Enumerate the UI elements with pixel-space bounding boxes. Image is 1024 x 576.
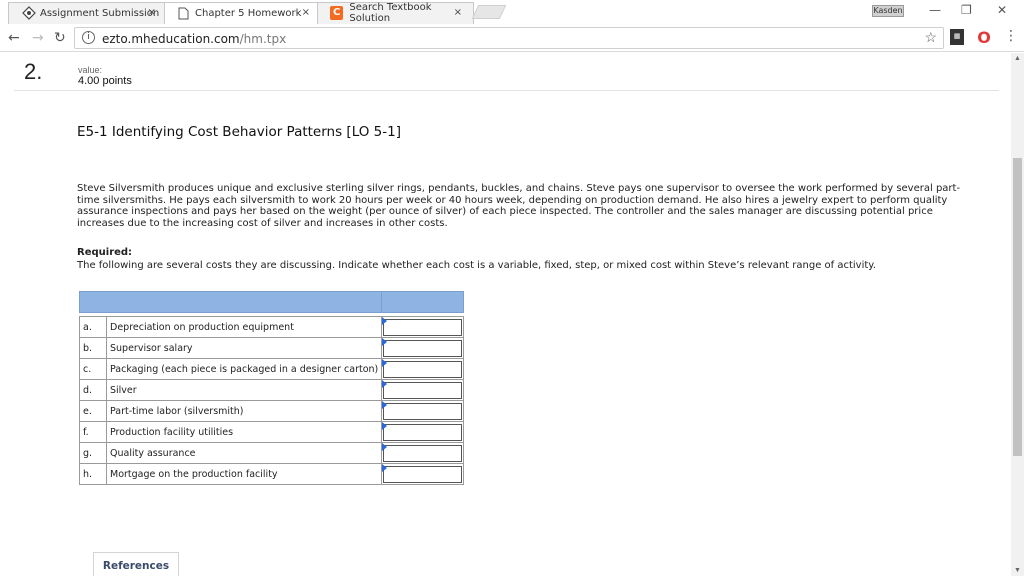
dropdown-marker-icon — [382, 317, 388, 325]
question-body: Steve Silversmith produces unique and ex… — [77, 183, 961, 229]
table-row: b. Supervisor salary — [79, 337, 465, 359]
url-text: ezto.mheducation.com/hm.tpx — [102, 32, 286, 46]
scroll-up-icon[interactable]: ▲ — [1014, 55, 1021, 62]
back-arrow-icon[interactable]: ← — [8, 30, 20, 46]
extension-opera-icon[interactable]: O — [976, 28, 992, 47]
value-label: value: — [78, 65, 103, 75]
table-header-row — [78, 291, 465, 313]
references-button[interactable]: References — [93, 552, 179, 576]
cost-classification-table: a. Depreciation on production equipment b.… — [78, 291, 465, 485]
item-letter: a. — [79, 316, 107, 338]
dropdown-marker-icon — [382, 422, 388, 430]
chegg-icon: C — [330, 6, 344, 20]
answer-cell — [381, 421, 465, 443]
answer-cell — [381, 463, 465, 485]
tab-assignment-submission[interactable]: Assignment Submission × — [14, 2, 164, 24]
browser-tab-bar: Assignment Submission × Chapter 5 Homewo… — [0, 0, 1024, 24]
url-path: /hm.tpx — [239, 32, 287, 46]
cost-type-dropdown[interactable] — [383, 319, 463, 336]
table-row: a. Depreciation on production equipment — [79, 316, 465, 338]
restore-icon[interactable]: ❐ — [961, 3, 972, 17]
bookmark-star-icon[interactable]: ☆ — [924, 29, 937, 46]
tab-title: Chapter 5 Homework — [195, 7, 302, 19]
cost-type-dropdown[interactable] — [383, 424, 463, 441]
item-description: Mortgage on the production facility — [105, 463, 383, 485]
answer-cell — [381, 400, 465, 422]
table-header-cell — [381, 291, 465, 313]
item-letter: c. — [79, 358, 107, 380]
page-icon — [178, 7, 189, 19]
table-row: d. Silver — [79, 379, 465, 401]
close-icon[interactable]: × — [148, 7, 156, 18]
browser-toolbar: ← → ↻ i ezto.mheducation.com/hm.tpx ☆ ▦ … — [0, 24, 1024, 52]
dropdown-marker-icon — [382, 338, 388, 346]
extension-calculator-icon[interactable]: ▦ — [950, 29, 964, 45]
tab-title: Assignment Submission — [40, 7, 160, 19]
window-close-icon[interactable]: ✕ — [997, 3, 1007, 17]
info-icon[interactable]: i — [82, 31, 95, 44]
item-description: Production facility utilities — [105, 421, 383, 443]
scrollbar-thumb[interactable] — [1013, 158, 1022, 456]
close-icon[interactable]: × — [454, 7, 462, 18]
item-description: Supervisor salary — [105, 337, 383, 359]
cost-type-dropdown[interactable] — [383, 361, 463, 378]
item-description: Quality assurance — [105, 442, 383, 464]
vertical-scrollbar[interactable]: ▲ ▼ — [1011, 53, 1024, 576]
item-letter: g. — [79, 442, 107, 464]
cost-type-dropdown[interactable] — [383, 445, 463, 462]
table-header-cell — [78, 291, 383, 313]
item-letter: f. — [79, 421, 107, 443]
item-letter: b. — [79, 337, 107, 359]
answer-cell — [381, 337, 465, 359]
question-number: 2. — [24, 59, 43, 84]
answer-cell — [381, 442, 465, 464]
item-letter: d. — [79, 379, 107, 401]
cost-type-dropdown[interactable] — [383, 340, 463, 357]
page-content: 2. value: 4.00 points E5-1 Identifying C… — [0, 53, 1011, 576]
browser-menu-icon[interactable]: ⋮ — [1004, 28, 1018, 44]
item-description: Packaging (each piece is packaged in a d… — [105, 358, 383, 380]
answer-cell — [381, 358, 465, 380]
cost-type-dropdown[interactable] — [383, 382, 463, 399]
new-tab-button[interactable] — [471, 5, 507, 19]
scroll-down-icon[interactable]: ▼ — [1014, 567, 1021, 574]
table-row: g. Quality assurance — [79, 442, 465, 464]
item-description: Silver — [105, 379, 383, 401]
item-description: Depreciation on production equipment — [105, 316, 383, 338]
url-host: ezto.mheducation.com — [102, 32, 240, 46]
tab-search-textbook-solution[interactable]: C Search Textbook Solution × — [322, 2, 470, 24]
item-letter: h. — [79, 463, 107, 485]
item-letter: e. — [79, 400, 107, 422]
answer-cell — [381, 316, 465, 338]
item-description: Part-time labor (silversmith) — [105, 400, 383, 422]
table-row: h. Mortgage on the production facility — [79, 463, 465, 485]
address-bar[interactable]: i ezto.mheducation.com/hm.tpx ☆ — [74, 27, 944, 49]
points-value: 4.00 points — [78, 75, 132, 87]
required-label: Required: — [77, 247, 133, 258]
dropdown-marker-icon — [382, 380, 388, 388]
table-row: e. Part-time labor (silversmith) — [79, 400, 465, 422]
tab-chapter-5-homework[interactable]: Chapter 5 Homework × — [170, 2, 318, 24]
reload-icon[interactable]: ↻ — [54, 30, 66, 46]
question-title: E5-1 Identifying Cost Behavior Patterns … — [77, 124, 401, 140]
profile-badge[interactable]: Kasden — [872, 5, 904, 17]
table-row: c. Packaging (each piece is packaged in a… — [79, 358, 465, 380]
minimize-icon[interactable]: — — [929, 3, 941, 17]
cost-type-dropdown[interactable] — [383, 466, 463, 483]
divider — [14, 90, 999, 91]
close-icon[interactable]: × — [302, 7, 310, 18]
dropdown-marker-icon — [382, 359, 388, 367]
dropdown-marker-icon — [382, 401, 388, 409]
forward-arrow-icon[interactable]: → — [32, 30, 44, 46]
dropdown-marker-icon — [382, 443, 388, 451]
mheducation-logo-icon — [22, 6, 36, 20]
table-row: f. Production facility utilities — [79, 421, 465, 443]
answer-cell — [381, 379, 465, 401]
cost-type-dropdown[interactable] — [383, 403, 463, 420]
dropdown-marker-icon — [382, 464, 388, 472]
required-text: The following are several costs they are… — [77, 260, 876, 271]
tab-title: Search Textbook Solution — [349, 2, 432, 24]
